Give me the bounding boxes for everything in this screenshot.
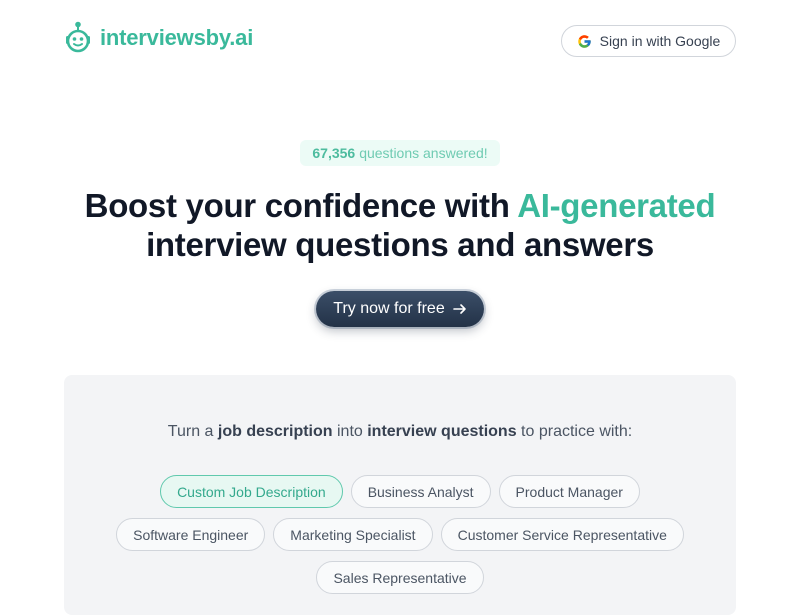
- headline-line-1: Boost your confidence with AI-generated: [0, 186, 800, 225]
- intro-bold-interview-questions: interview questions: [367, 423, 517, 440]
- chip-sales-representative[interactable]: Sales Representative: [316, 561, 484, 594]
- questions-answered-suffix: questions answered!: [359, 145, 488, 161]
- headline-line-2: interview questions and answers: [146, 226, 654, 263]
- google-signin-button[interactable]: Sign in with Google: [561, 25, 736, 57]
- chip-row: Software Engineer Marketing Specialist C…: [64, 518, 736, 551]
- arrow-right-icon: [452, 304, 466, 314]
- chip-marketing-specialist[interactable]: Marketing Specialist: [273, 518, 433, 551]
- google-icon: [577, 34, 591, 48]
- brand-logo-link[interactable]: interviewsby.ai: [64, 21, 253, 55]
- try-free-label: Try now for free: [333, 300, 445, 317]
- questions-answered-badge: 67,356 questions answered!: [300, 140, 500, 166]
- panel-intro: Turn a job description into interview qu…: [64, 423, 736, 441]
- headline-accent: AI-generated: [517, 187, 716, 224]
- google-signin-label: Sign in with Google: [599, 33, 721, 49]
- intro-text-2: into: [332, 423, 368, 440]
- intro-bold-job-description: job description: [217, 423, 333, 440]
- chip-row: Sales Representative: [64, 561, 736, 594]
- chip-row: Custom Job Description Business Analyst …: [64, 475, 736, 508]
- chip-software-engineer[interactable]: Software Engineer: [116, 518, 266, 551]
- intro-text-1: Turn a: [167, 423, 218, 440]
- job-picker-panel: Turn a job description into interview qu…: [64, 375, 736, 615]
- hero-headline: Boost your confidence with AI-generated …: [0, 186, 800, 264]
- try-free-button[interactable]: Try now for free: [316, 291, 484, 327]
- site-header: interviewsby.ai Sign in with Google: [0, 0, 800, 82]
- intro-text-3: to practice with:: [516, 423, 633, 440]
- chip-customer-service-representative[interactable]: Customer Service Representative: [440, 518, 684, 551]
- chip-business-analyst[interactable]: Business Analyst: [350, 475, 491, 508]
- robot-logo-icon: [66, 21, 90, 53]
- job-chip-list: Custom Job Description Business Analyst …: [64, 475, 736, 604]
- chip-product-manager[interactable]: Product Manager: [498, 475, 640, 508]
- chip-custom-job-description[interactable]: Custom Job Description: [160, 475, 343, 508]
- questions-answered-count: 67,356: [312, 145, 356, 161]
- headline-text: Boost your confidence with: [84, 187, 518, 224]
- brand-name: interviewsby.ai: [100, 25, 254, 50]
